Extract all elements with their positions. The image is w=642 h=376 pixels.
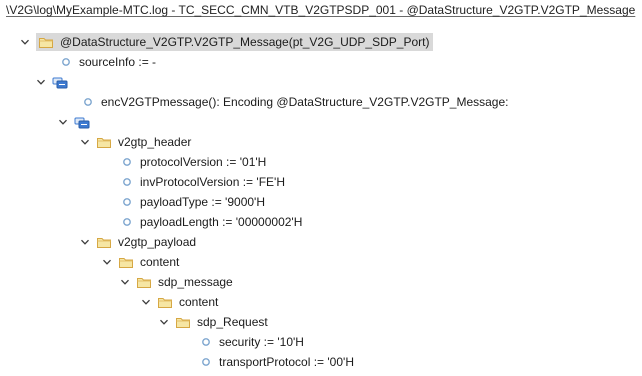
bullet-icon [122, 197, 132, 207]
chevron-down-icon[interactable] [100, 255, 114, 269]
tree-node-record-root[interactable] [0, 72, 642, 92]
tree-node-v2gtp-message[interactable]: @DataStructure_V2GTP.V2GTP_Message(pt_V2… [0, 32, 642, 52]
chevron-down-icon[interactable] [139, 295, 153, 309]
tree-node-label: transportProtocol := '00'H [219, 355, 354, 369]
tree-node-label: security := '10'H [219, 335, 304, 349]
folder-icon [96, 235, 112, 249]
bullet-icon [201, 357, 211, 367]
log-path-text: \V2G\log\MyExample-MTC.log - TC_SECC_CMN… [6, 3, 636, 17]
tree-node-label: sdp_message [158, 275, 233, 289]
tree-node-label: content [140, 255, 180, 269]
bullet-icon [122, 217, 132, 227]
tree-node-security[interactable]: security := '10'H [0, 332, 642, 352]
bullet-icon [122, 177, 132, 187]
tree-node-transport-protocol[interactable]: transportProtocol := '00'H [0, 352, 642, 372]
tree-node-record-nested[interactable] [0, 112, 642, 132]
tree-node-label: v2gtp_header [118, 135, 192, 149]
tree-node-payload-type[interactable]: payloadType := '9000'H [0, 192, 642, 212]
tree-node-label: sourceInfo := - [79, 55, 157, 69]
tree-node-label: payloadType := '9000'H [140, 195, 266, 209]
trace-viewer: { "header": { "path": "\\V2G\\log\\MyExa… [0, 0, 642, 376]
tree-node-sourceinfo[interactable]: sourceInfo := - [0, 52, 642, 72]
bullet-icon [61, 57, 71, 67]
chevron-down-icon[interactable] [18, 35, 32, 49]
tree-node-label: protocolVersion := '01'H [140, 155, 267, 169]
log-path-header: \V2G\log\MyExample-MTC.log - TC_SECC_CMN… [0, 0, 642, 22]
tree-node-inv-protocol-version[interactable]: invProtocolVersion := 'FE'H [0, 172, 642, 192]
tree-node-label: payloadLength := '00000002'H [140, 215, 303, 229]
tree-node-label: content [179, 295, 219, 309]
tree-node-label: encV2GTPmessage(): Encoding @DataStructu… [101, 95, 509, 109]
folder-icon [38, 35, 54, 49]
tree-node-sdp-message[interactable]: sdp_message [0, 272, 642, 292]
tree-node-protocol-version[interactable]: protocolVersion := '01'H [0, 152, 642, 172]
tree-node-payload-length[interactable]: payloadLength := '00000002'H [0, 212, 642, 232]
tree-node-label: sdp_Request [197, 315, 268, 329]
chevron-down-icon[interactable] [157, 315, 171, 329]
tree-view[interactable]: @DataStructure_V2GTP.V2GTP_Message(pt_V2… [0, 32, 642, 372]
tree-node-selected-label-box[interactable]: @DataStructure_V2GTP.V2GTP_Message(pt_V2… [36, 33, 434, 51]
chevron-down-icon[interactable] [118, 275, 132, 289]
folder-icon [157, 295, 173, 309]
tree-node-v2gtp-payload[interactable]: v2gtp_payload [0, 232, 642, 252]
bullet-icon [201, 337, 211, 347]
chevron-down-icon[interactable] [34, 75, 48, 89]
tree-node-label: v2gtp_payload [118, 235, 197, 249]
chevron-down-icon[interactable] [78, 235, 92, 249]
tree-node-content-1[interactable]: content [0, 252, 642, 272]
bullet-icon [83, 97, 93, 107]
folder-icon [136, 275, 152, 289]
tree-node-encode-message[interactable]: encV2GTPmessage(): Encoding @DataStructu… [0, 92, 642, 112]
tree-node-sdp-request[interactable]: sdp_Request [0, 312, 642, 332]
chevron-down-icon[interactable] [56, 115, 70, 129]
record-icon [74, 115, 90, 129]
tree-node-label: @DataStructure_V2GTP.V2GTP_Message(pt_V2… [60, 35, 430, 49]
tree-node-content-2[interactable]: content [0, 292, 642, 312]
folder-icon [96, 135, 112, 149]
tree-node-v2gtp-header[interactable]: v2gtp_header [0, 132, 642, 152]
folder-icon [118, 255, 134, 269]
record-icon [52, 75, 68, 89]
tree-node-label: invProtocolVersion := 'FE'H [140, 175, 285, 189]
folder-icon [175, 315, 191, 329]
chevron-down-icon[interactable] [78, 135, 92, 149]
bullet-icon [122, 157, 132, 167]
